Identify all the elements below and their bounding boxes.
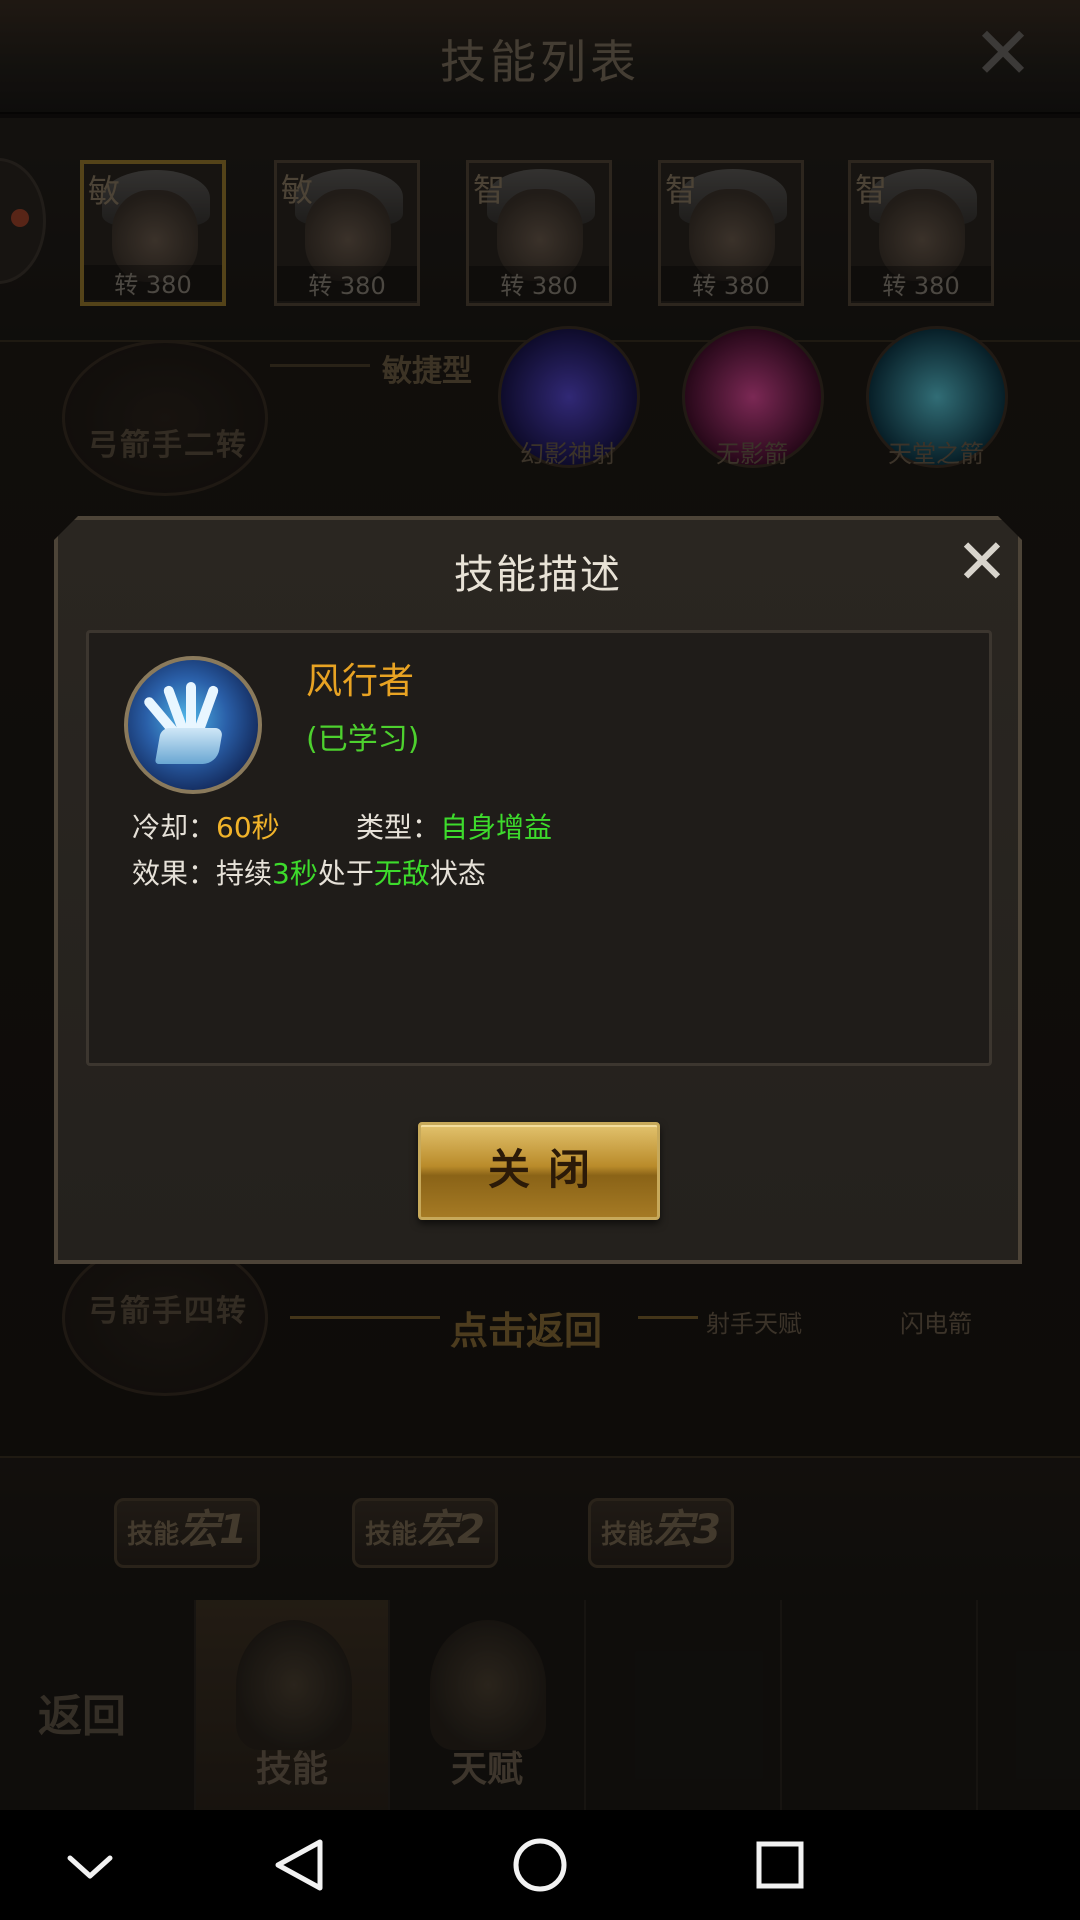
cooldown-label: 冷却： xyxy=(132,811,217,844)
close-button[interactable]: 关闭 xyxy=(418,1122,660,1220)
cooldown-row: 冷却：60秒 xyxy=(132,806,280,846)
type-row: 类型：自身增益 xyxy=(356,806,552,846)
effect-label: 效果： xyxy=(132,857,217,890)
skill-name: 风行者 xyxy=(306,661,415,702)
chevron-down-icon[interactable] xyxy=(50,1830,130,1900)
effect-duration: 3秒 xyxy=(272,857,318,890)
type-value: 自身增益 xyxy=(440,811,553,844)
home-circle-icon[interactable] xyxy=(500,1830,580,1900)
cooldown-value: 60秒 xyxy=(216,811,280,844)
effect-text: 状态 xyxy=(429,857,486,890)
back-triangle-icon[interactable] xyxy=(260,1830,340,1900)
type-label: 类型： xyxy=(356,811,441,844)
learned-status: (已学习) xyxy=(306,722,420,757)
effect-row: 效果：持续3秒处于无敌状态 xyxy=(132,852,486,892)
dialog-title: 技能描述 xyxy=(454,552,622,598)
recents-square-icon[interactable] xyxy=(740,1830,820,1900)
winged-boot-icon xyxy=(124,656,262,794)
effect-state: 无敌 xyxy=(373,857,430,890)
close-icon[interactable]: ✕ xyxy=(952,531,1012,593)
effect-text: 持续 xyxy=(216,857,273,890)
effect-text: 处于 xyxy=(317,857,374,890)
